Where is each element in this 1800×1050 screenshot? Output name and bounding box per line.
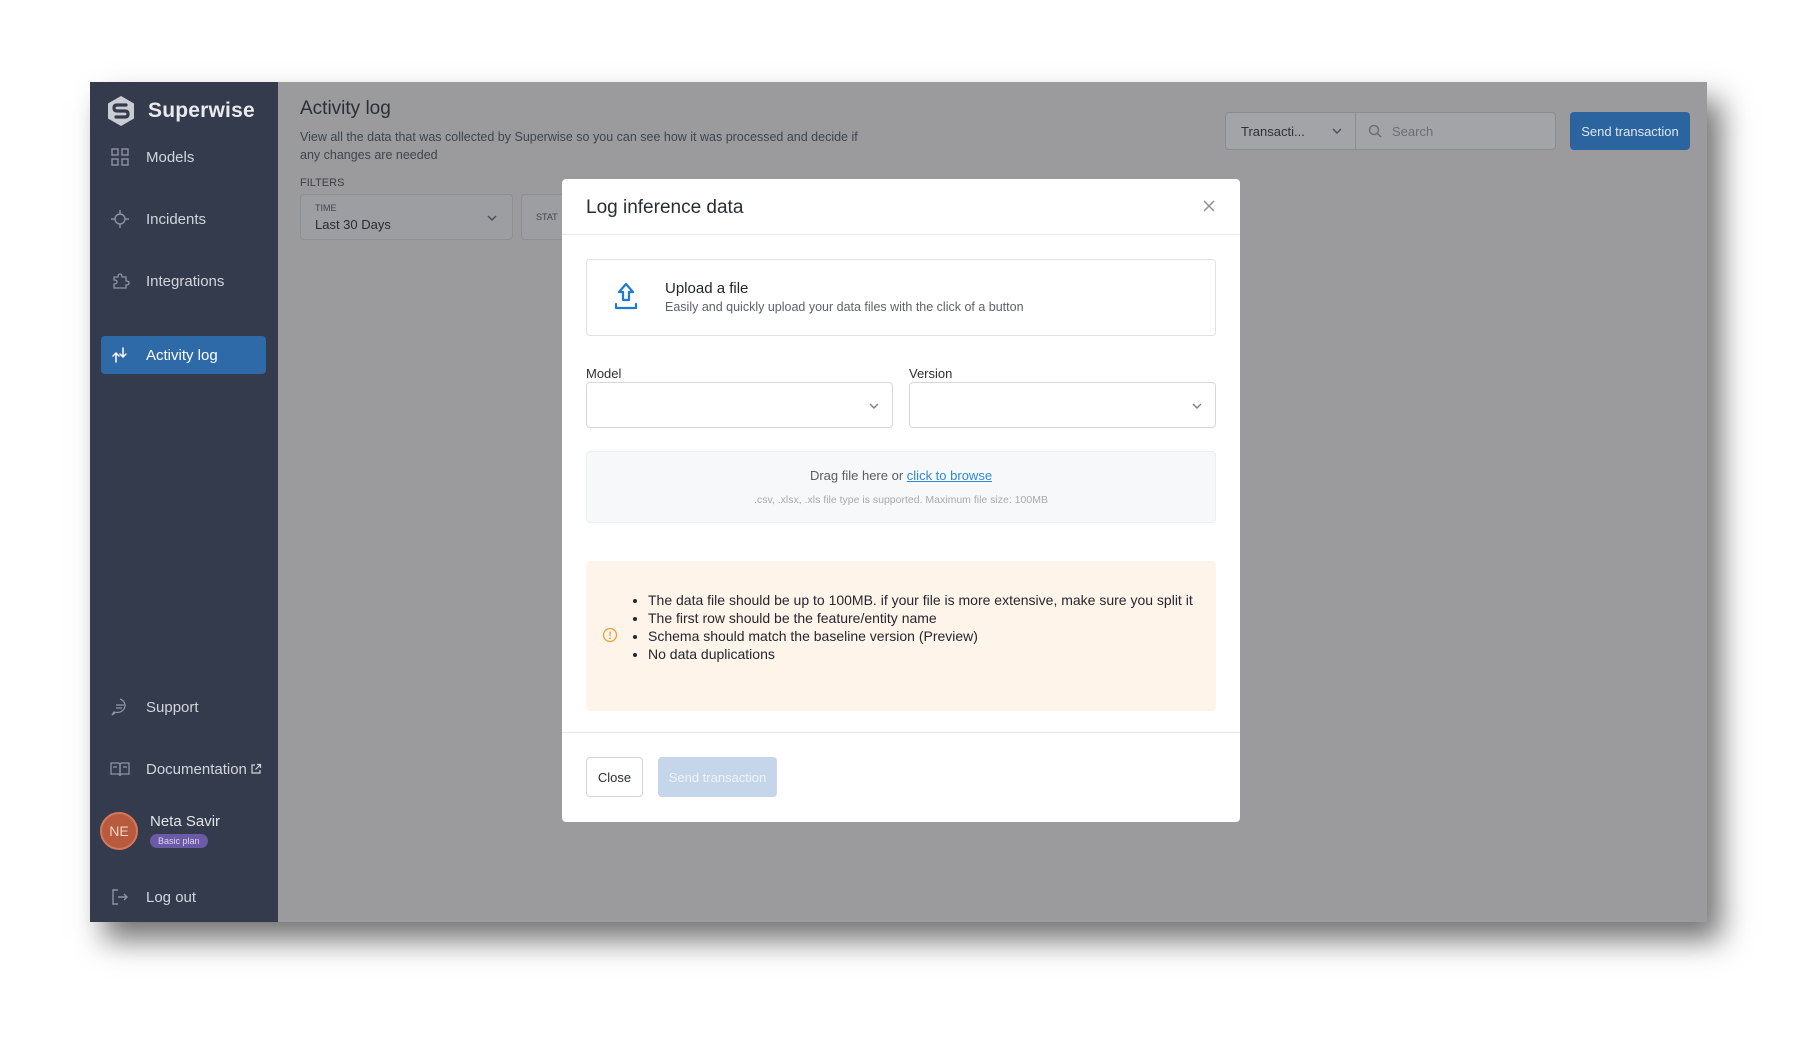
chevron-down-icon xyxy=(486,211,498,229)
search-placeholder: Search xyxy=(1392,123,1434,139)
log-inference-modal: Log inference data Upload a file Easily … xyxy=(562,179,1240,822)
chevron-down-icon xyxy=(1191,399,1203,417)
sidebar-item-integrations[interactable]: Integrations xyxy=(101,262,266,300)
time-filter-value: Last 30 Days xyxy=(315,217,391,232)
version-select[interactable] xyxy=(909,382,1216,428)
grid-icon xyxy=(109,146,131,168)
book-icon xyxy=(109,758,131,780)
user-name: Neta Savir xyxy=(150,813,221,830)
requirements-notice: The data file should be up to 100MB. if … xyxy=(586,561,1216,711)
sidebar: Superwise Models Incidents Integrations xyxy=(90,82,278,922)
upload-file-option[interactable]: Upload a file Easily and quickly upload … xyxy=(586,259,1216,336)
modal-title: Log inference data xyxy=(586,197,744,218)
logout-button[interactable]: Log out xyxy=(101,878,266,916)
sidebar-item-activity-log[interactable]: Activity log xyxy=(101,336,266,374)
sidebar-item-label: Integrations xyxy=(146,272,225,290)
upload-icon xyxy=(611,280,641,314)
page-title: Activity log xyxy=(300,98,391,119)
logout-icon xyxy=(109,886,131,908)
search-input[interactable]: Search xyxy=(1355,112,1556,150)
chevron-down-icon xyxy=(868,399,880,417)
sidebar-item-documentation[interactable]: Documentation xyxy=(101,750,273,788)
transaction-type-value: Transacti... xyxy=(1241,123,1305,139)
modal-header: Log inference data xyxy=(562,179,1240,235)
transaction-type-select[interactable]: Transacti... xyxy=(1225,112,1356,150)
list-item: Schema should match the baseline version… xyxy=(648,627,1198,645)
upload-title: Upload a file xyxy=(665,280,749,297)
sidebar-item-label: Activity log xyxy=(146,346,218,364)
dropzone-hint: .csv, .xlsx, .xls file type is supported… xyxy=(754,494,1048,506)
superwise-logo-icon xyxy=(108,96,134,126)
version-label: Version xyxy=(909,366,953,381)
app-window: Superwise Models Incidents Integrations xyxy=(90,82,1707,922)
time-filter[interactable]: TIME Last 30 Days xyxy=(300,194,513,240)
close-icon[interactable] xyxy=(1198,195,1220,217)
status-filter-label: STAT xyxy=(536,212,558,222)
external-link-icon xyxy=(250,763,262,775)
sidebar-item-label: Documentation xyxy=(146,760,247,778)
plan-badge: Basic plan xyxy=(150,834,208,848)
sidebar-item-incidents[interactable]: Incidents xyxy=(101,200,266,238)
browse-link[interactable]: click to browse xyxy=(907,468,992,483)
user-profile[interactable]: NE Neta Savir Basic plan xyxy=(100,812,220,850)
chat-icon xyxy=(109,696,131,718)
close-button[interactable]: Close xyxy=(586,757,643,797)
list-item: No data duplications xyxy=(648,645,1198,663)
modal-send-transaction-button[interactable]: Send transaction xyxy=(658,757,777,797)
warning-icon xyxy=(602,627,618,643)
time-filter-label: TIME xyxy=(315,203,337,213)
brand[interactable]: Superwise xyxy=(104,90,255,132)
filters-label: FILTERS xyxy=(300,177,345,189)
crosshair-icon xyxy=(109,208,131,230)
modal-footer-divider xyxy=(562,732,1240,733)
avatar: NE xyxy=(100,812,138,850)
arrows-icon xyxy=(109,344,131,366)
send-transaction-button[interactable]: Send transaction xyxy=(1570,112,1690,150)
requirements-list: The data file should be up to 100MB. if … xyxy=(648,591,1198,663)
list-item: The data file should be up to 100MB. if … xyxy=(648,591,1198,609)
dropzone-label: Drag file here or xyxy=(809,468,904,483)
model-select[interactable] xyxy=(586,382,893,428)
chevron-down-icon xyxy=(1331,125,1343,140)
upload-subtitle: Easily and quickly upload your data file… xyxy=(665,300,1024,314)
file-dropzone[interactable]: Drag file here or click to browse .csv, … xyxy=(586,451,1216,523)
puzzle-icon xyxy=(109,270,131,292)
sidebar-item-models[interactable]: Models xyxy=(101,138,266,176)
logout-label: Log out xyxy=(146,888,197,906)
brand-name: Superwise xyxy=(148,99,255,122)
page-description: View all the data that was collected by … xyxy=(300,130,858,162)
sidebar-item-support[interactable]: Support xyxy=(101,688,266,726)
model-label: Model xyxy=(586,366,622,381)
sidebar-item-label: Support xyxy=(146,698,199,716)
dropzone-text: Drag file here or click to browse xyxy=(587,468,1215,483)
sidebar-item-label: Incidents xyxy=(146,210,207,228)
sidebar-item-label: Models xyxy=(146,148,195,166)
list-item: The first row should be the feature/enti… xyxy=(648,609,1198,627)
search-icon xyxy=(1368,124,1382,138)
